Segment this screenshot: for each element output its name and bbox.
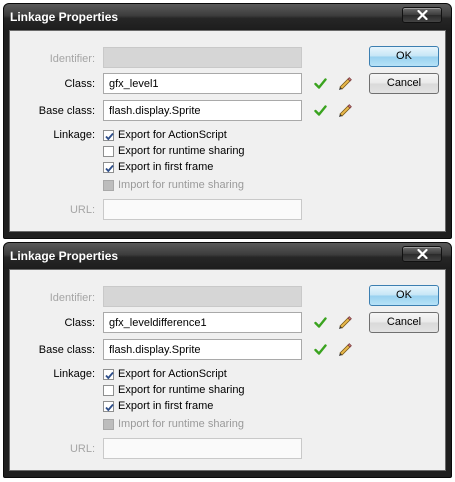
checkbox-box[interactable]	[103, 130, 114, 141]
close-icon	[417, 10, 428, 20]
pencil-icon[interactable]	[337, 314, 352, 329]
class-label: Class:	[64, 317, 95, 329]
checkbox-box[interactable]	[103, 401, 114, 412]
dialog-title: Linkage Properties	[10, 249, 119, 263]
identifier-label: Identifier:	[49, 53, 95, 65]
url-label: URL:	[69, 443, 95, 455]
close-button[interactable]	[402, 246, 442, 262]
identifier-field	[103, 286, 302, 307]
linkage-label: Linkage:	[53, 368, 95, 380]
class-field[interactable]: gfx_leveldifference1	[103, 312, 302, 333]
base-class-label: Base class:	[38, 105, 95, 117]
checkbox-label: Import for runtime sharing	[118, 418, 244, 430]
identifier-label: Identifier:	[49, 292, 95, 304]
checkbox-label: Export in first frame	[118, 161, 214, 173]
checkbox-box[interactable]	[103, 146, 114, 157]
checkbox-box[interactable]	[103, 385, 114, 396]
ok-button[interactable]: OK	[369, 46, 439, 67]
checkbox-box	[103, 419, 114, 430]
checkbox-box[interactable]	[103, 162, 114, 173]
dialog-title: Linkage Properties	[10, 10, 119, 24]
checkmark-icon	[105, 164, 114, 173]
check-icon[interactable]	[314, 77, 327, 90]
check-icon[interactable]	[314, 104, 327, 117]
checkbox-label: Import for runtime sharing	[118, 179, 244, 191]
linkage-dialog-2: Linkage Properties Identifier: Class: gf…	[3, 242, 452, 478]
base-class-label: Base class:	[38, 344, 95, 356]
cancel-button[interactable]: Cancel	[369, 312, 439, 333]
dialog-body: Identifier: Class: gfx_leveldifference1 …	[9, 269, 446, 471]
close-button[interactable]	[402, 7, 442, 23]
checkbox-box[interactable]	[103, 369, 114, 380]
checkbox-label: Export for ActionScript	[118, 368, 227, 380]
checkbox-label: Export in first frame	[118, 400, 214, 412]
check-icon[interactable]	[314, 343, 327, 356]
checkbox-label: Export for runtime sharing	[118, 145, 245, 157]
pencil-icon[interactable]	[337, 75, 352, 90]
checkmark-icon	[105, 371, 114, 380]
pencil-icon[interactable]	[337, 341, 352, 356]
title-bar: Linkage Properties	[4, 4, 451, 30]
base-class-field[interactable]: flash.display.Sprite	[103, 100, 302, 121]
checkbox-label: Export for runtime sharing	[118, 384, 245, 396]
cancel-button[interactable]: Cancel	[369, 73, 439, 94]
base-class-field[interactable]: flash.display.Sprite	[103, 339, 302, 360]
checkbox-label: Export for ActionScript	[118, 129, 227, 141]
class-label: Class:	[64, 78, 95, 90]
close-icon	[417, 249, 428, 259]
url-field	[103, 199, 302, 220]
checkmark-icon	[105, 403, 114, 412]
url-label: URL:	[69, 204, 95, 216]
identifier-field	[103, 47, 302, 68]
class-field[interactable]: gfx_level1	[103, 73, 302, 94]
linkage-dialog-1: Linkage Properties Identifier: Class: gf…	[3, 3, 452, 239]
linkage-label: Linkage:	[53, 129, 95, 141]
pencil-icon[interactable]	[337, 102, 352, 117]
dialog-body: Identifier: Class: gfx_level1 Base class…	[9, 30, 446, 232]
check-icon[interactable]	[314, 316, 327, 329]
title-bar: Linkage Properties	[4, 243, 451, 269]
url-field	[103, 438, 302, 459]
ok-button[interactable]: OK	[369, 285, 439, 306]
checkbox-box	[103, 180, 114, 191]
checkmark-icon	[105, 132, 114, 141]
